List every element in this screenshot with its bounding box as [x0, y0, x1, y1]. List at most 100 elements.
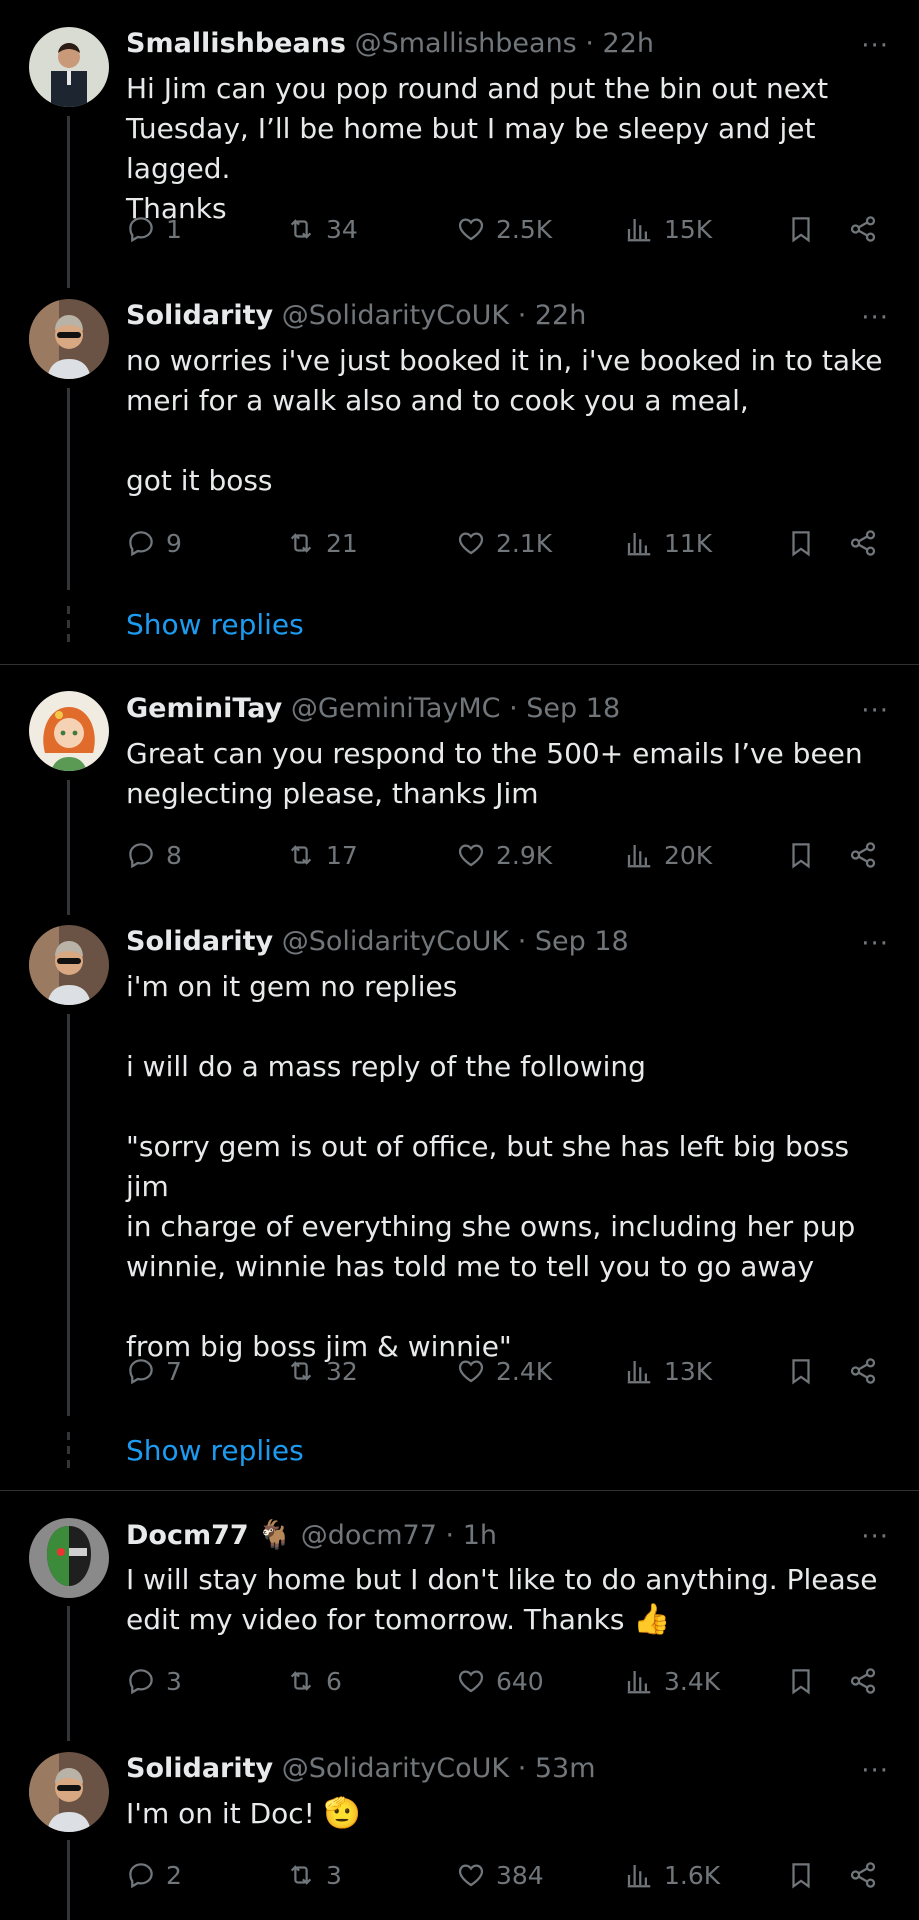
views-button[interactable]: 15K	[624, 214, 712, 244]
avatar[interactable]	[29, 27, 109, 107]
share-button[interactable]	[848, 1860, 878, 1890]
more-options-icon[interactable]: ···	[861, 698, 889, 724]
tweet-actions: 8 17 2.9K 20K	[126, 840, 896, 880]
like-count: 640	[496, 1666, 544, 1696]
share-button[interactable]	[848, 1666, 878, 1696]
display-name[interactable]: Docm77	[126, 1520, 249, 1551]
handle[interactable]: @SolidarityCoUK	[282, 300, 509, 331]
avatar[interactable]	[29, 299, 109, 379]
avatar[interactable]	[29, 1518, 109, 1598]
timestamp[interactable]: 1h	[463, 1520, 497, 1551]
bookmark-button[interactable]	[786, 214, 816, 244]
more-options-icon[interactable]: ···	[861, 1524, 889, 1550]
more-options-icon[interactable]: ···	[861, 1758, 889, 1784]
like-button[interactable]: 2.4K	[456, 1356, 552, 1386]
like-count: 2.1K	[496, 528, 553, 558]
handle[interactable]: @SolidarityCoUK	[282, 1753, 509, 1784]
reply-button[interactable]: 8	[126, 840, 182, 870]
avatar[interactable]	[29, 1752, 109, 1832]
display-name[interactable]: Solidarity	[126, 300, 273, 331]
retweet-icon	[286, 840, 316, 870]
retweet-icon	[286, 214, 316, 244]
timestamp[interactable]: Sep 18	[535, 926, 629, 957]
display-name[interactable]: Solidarity	[126, 926, 273, 957]
show-replies-link[interactable]: Show replies	[126, 1434, 304, 1467]
display-name[interactable]: GeminiTay	[126, 693, 282, 724]
timestamp[interactable]: 22h	[603, 28, 654, 59]
timestamp[interactable]: 53m	[535, 1753, 596, 1784]
tweet-text: Great can you respond to the 500+ emails…	[126, 737, 863, 810]
retweet-button[interactable]: 32	[286, 1356, 358, 1386]
timestamp[interactable]: Sep 18	[526, 693, 620, 724]
share-button[interactable]	[848, 214, 878, 244]
views-button[interactable]: 11K	[624, 528, 712, 558]
bookmark-button[interactable]	[786, 840, 816, 870]
heart-icon	[456, 1356, 486, 1386]
tweet-text: i'm on it gem no replies i will do a mas…	[126, 970, 856, 1363]
thread-line	[67, 1606, 70, 1741]
display-name[interactable]: Solidarity	[126, 1753, 273, 1784]
tweet-header: Solidarity @SolidarityCoUK · 22h	[126, 300, 587, 331]
share-button[interactable]	[848, 528, 878, 558]
tweet-text-content: I'm on it Doc!	[126, 1797, 324, 1830]
reply-button[interactable]: 2	[126, 1860, 182, 1890]
more-options-icon[interactable]: ···	[861, 33, 889, 59]
views-button[interactable]: 13K	[624, 1356, 712, 1386]
more-options-icon[interactable]: ···	[861, 931, 889, 957]
avatar[interactable]	[29, 691, 109, 771]
thread-line	[67, 388, 70, 590]
views-count: 1.6K	[664, 1860, 721, 1890]
like-count: 2.5K	[496, 214, 553, 244]
reply-button[interactable]: 9	[126, 528, 182, 558]
retweet-button[interactable]: 17	[286, 840, 358, 870]
share-icon	[848, 840, 878, 870]
share-button[interactable]	[848, 840, 878, 870]
handle[interactable]: @docm77	[301, 1520, 437, 1551]
views-button[interactable]: 3.4K	[624, 1666, 720, 1696]
display-name[interactable]: Smallishbeans	[126, 28, 346, 59]
reply-button[interactable]: 3	[126, 1666, 182, 1696]
bookmark-button[interactable]	[786, 528, 816, 558]
bookmark-button[interactable]	[786, 1666, 816, 1696]
views-icon	[624, 1666, 654, 1696]
tweet-header: Smallishbeans @Smallishbeans · 22h	[126, 28, 655, 59]
avatar[interactable]	[29, 925, 109, 1005]
more-options-icon[interactable]: ···	[861, 305, 889, 331]
like-count: 2.9K	[496, 840, 553, 870]
views-button[interactable]: 1.6K	[624, 1860, 720, 1890]
views-button[interactable]: 20K	[624, 840, 712, 870]
retweet-button[interactable]: 3	[286, 1860, 342, 1890]
retweet-button[interactable]: 6	[286, 1666, 342, 1696]
handle[interactable]: @GeminiTayMC	[291, 693, 501, 724]
handle[interactable]: @SolidarityCoUK	[282, 926, 509, 957]
timestamp[interactable]: 22h	[535, 300, 586, 331]
views-icon	[624, 1356, 654, 1386]
retweet-count: 32	[326, 1356, 358, 1386]
retweet-count: 34	[326, 214, 358, 244]
like-button[interactable]: 384	[456, 1860, 544, 1890]
handle[interactable]: @Smallishbeans	[355, 28, 577, 59]
like-count: 384	[496, 1860, 544, 1890]
views-icon	[624, 1860, 654, 1890]
retweet-icon	[286, 1356, 316, 1386]
reply-button[interactable]: 1	[126, 214, 182, 244]
tweet-header: Solidarity @SolidarityCoUK · 53m	[126, 1753, 596, 1784]
like-button[interactable]: 2.9K	[456, 840, 552, 870]
retweet-button[interactable]: 34	[286, 214, 358, 244]
show-replies-link[interactable]: Show replies	[126, 608, 304, 641]
reply-button[interactable]: 7	[126, 1356, 182, 1386]
share-button[interactable]	[848, 1356, 878, 1386]
like-button[interactable]: 2.5K	[456, 214, 552, 244]
retweet-button[interactable]: 21	[286, 528, 358, 558]
bookmark-icon	[786, 528, 816, 558]
like-button[interactable]: 640	[456, 1666, 544, 1696]
tweet-text: Hi Jim can you pop round and put the bin…	[126, 72, 829, 225]
tweet-header: GeminiTay @GeminiTayMC · Sep 18	[126, 693, 621, 724]
heart-icon	[456, 214, 486, 244]
reply-count: 3	[166, 1666, 182, 1696]
views-icon	[624, 840, 654, 870]
like-button[interactable]: 2.1K	[456, 528, 552, 558]
bookmark-button[interactable]	[786, 1356, 816, 1386]
reply-count: 9	[166, 528, 182, 558]
bookmark-button[interactable]	[786, 1860, 816, 1890]
